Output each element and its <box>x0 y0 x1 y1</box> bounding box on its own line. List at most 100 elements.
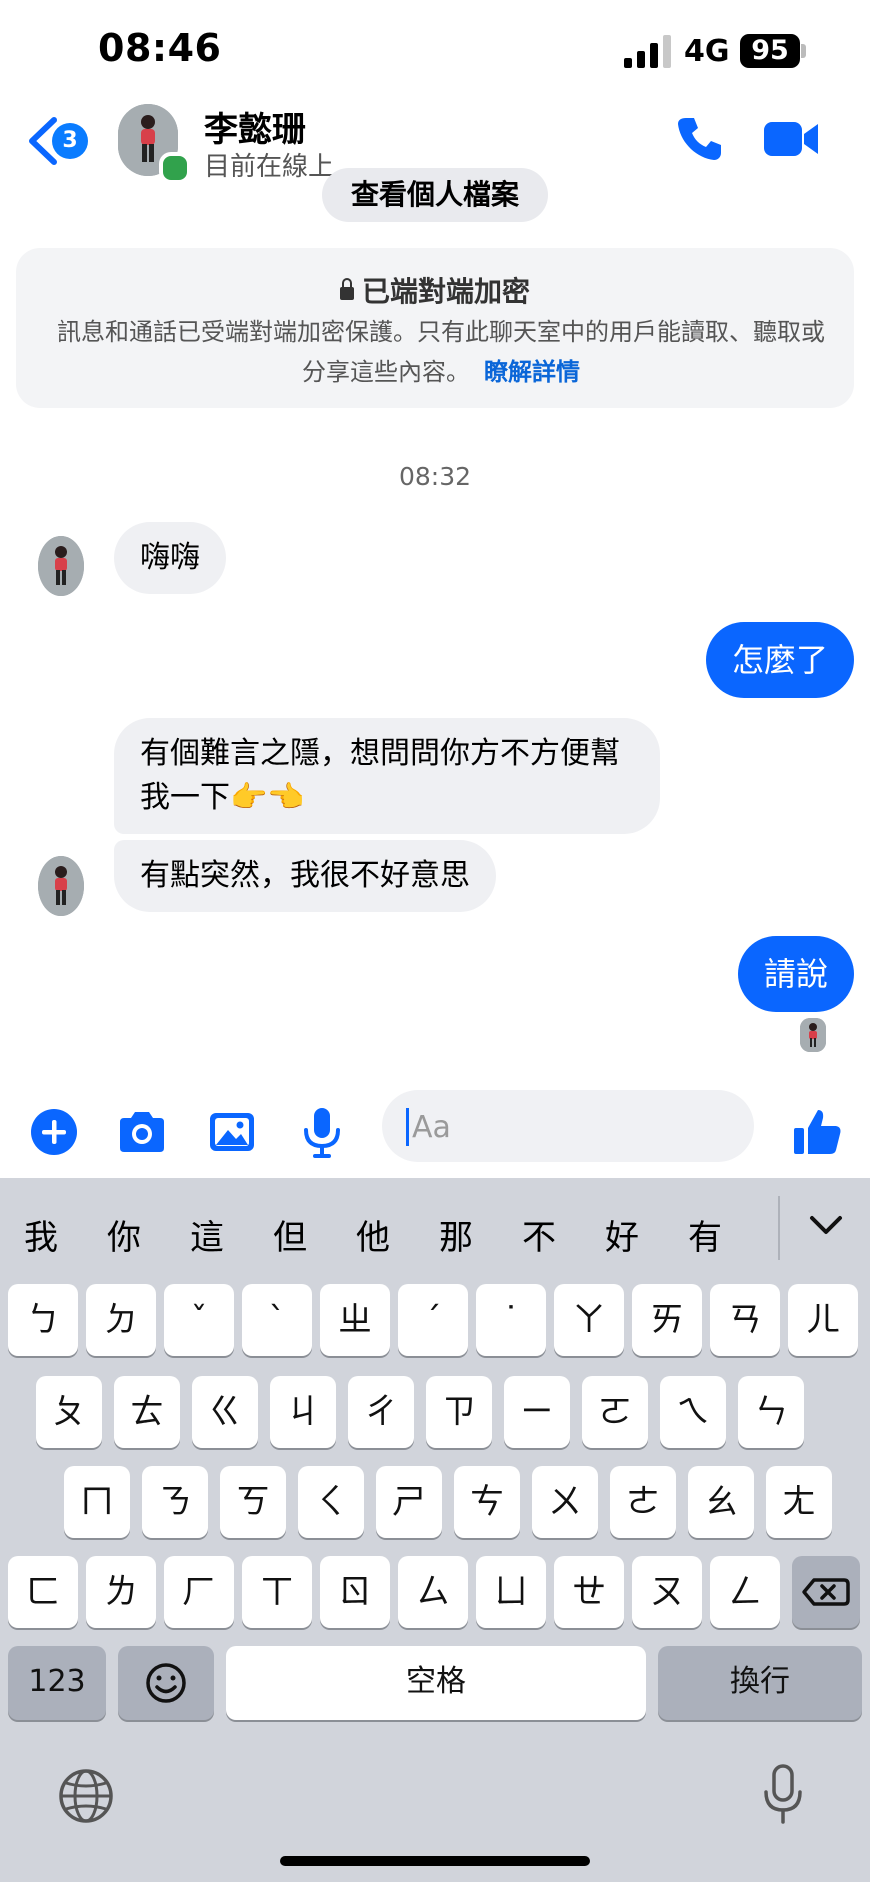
key[interactable]: ㄘ <box>454 1466 520 1538</box>
numbers-key[interactable]: 123 <box>8 1646 106 1720</box>
video-camera-icon <box>764 122 818 156</box>
key[interactable]: ˋ <box>242 1284 312 1356</box>
candidate-word[interactable]: 他 <box>343 1210 403 1259</box>
video-call-button[interactable] <box>762 118 820 160</box>
sender-avatar[interactable] <box>38 536 84 596</box>
message-bubble-incoming[interactable]: 有點突然，我很不好意思 <box>114 840 496 912</box>
encryption-title: 已端對端加密 <box>16 270 854 310</box>
candidate-word[interactable]: 你 <box>94 1210 154 1259</box>
key[interactable]: ㄡ <box>632 1556 702 1628</box>
status-time: 08:46 <box>98 26 222 70</box>
encryption-notice: 已端對端加密 訊息和通話已受端對端加密保護。只有此聊天室中的用戶能讀取、聽取或分… <box>16 248 854 408</box>
avatar-image <box>38 536 84 596</box>
key[interactable]: ㄒ <box>242 1556 312 1628</box>
emoji-icon <box>146 1663 186 1703</box>
encryption-title-text: 已端對端加密 <box>361 275 530 308</box>
key[interactable]: ㄅ <box>8 1284 78 1356</box>
chevron-down-icon <box>810 1216 842 1234</box>
key[interactable]: ㄊ <box>114 1376 180 1448</box>
microphone-icon <box>764 1764 802 1824</box>
encryption-body-text: 訊息和通話已受端對端加密保護。只有此聊天室中的用戶能讀取、聽取或分享這些內容。 <box>57 318 825 386</box>
microphone-icon[interactable] <box>294 1104 350 1160</box>
dictation-button[interactable] <box>758 1762 808 1828</box>
image-icon[interactable] <box>204 1104 260 1160</box>
signal-icon <box>624 34 674 68</box>
key[interactable]: ㄝ <box>554 1556 624 1628</box>
key[interactable]: ㄓ <box>320 1284 390 1356</box>
key[interactable]: ㄌ <box>86 1556 156 1628</box>
message-input-placeholder: Aa <box>412 1110 451 1145</box>
candidate-word[interactable]: 那 <box>426 1210 486 1259</box>
sender-avatar[interactable] <box>38 856 84 916</box>
key[interactable]: ㄉ <box>86 1284 156 1356</box>
key[interactable]: ㄧ <box>504 1376 570 1448</box>
candidate-word[interactable]: 好 <box>592 1210 652 1259</box>
key[interactable]: ㄛ <box>582 1376 648 1448</box>
learn-more-link[interactable]: 瞭解詳情 <box>484 358 580 386</box>
message-bubble-outgoing[interactable]: 怎麼了 <box>705 622 854 698</box>
key[interactable]: ㄚ <box>554 1284 624 1356</box>
key[interactable]: ㄠ <box>688 1466 754 1538</box>
plus-icon[interactable] <box>26 1104 82 1160</box>
network-type: 4G <box>684 34 730 69</box>
home-indicator[interactable] <box>280 1856 590 1866</box>
key[interactable]: ㄔ <box>348 1376 414 1448</box>
battery-tip <box>801 44 806 58</box>
online-indicator <box>159 152 191 184</box>
key[interactable]: ˊ <box>398 1284 468 1356</box>
key[interactable]: ㄐ <box>270 1376 336 1448</box>
avatar-image <box>800 1018 826 1052</box>
message-bubble-incoming[interactable]: 嗨嗨 <box>114 522 226 594</box>
key[interactable]: ㄈ <box>8 1556 78 1628</box>
key[interactable]: ㄢ <box>710 1284 780 1356</box>
globe-button[interactable] <box>56 1766 116 1826</box>
candidate-word[interactable]: 我 <box>11 1210 71 1259</box>
key[interactable]: ㄗ <box>426 1376 492 1448</box>
key[interactable]: ㄦ <box>788 1284 858 1356</box>
key[interactable]: ˙ <box>476 1284 546 1356</box>
key[interactable]: ㄖ <box>320 1556 390 1628</box>
key[interactable]: ㄨ <box>532 1466 598 1538</box>
candidate-word[interactable]: 這 <box>177 1210 237 1259</box>
key[interactable]: ㄜ <box>610 1466 676 1538</box>
backspace-icon <box>802 1578 850 1606</box>
key[interactable]: ㄍ <box>192 1376 258 1448</box>
return-key[interactable]: 換行 <box>658 1646 862 1720</box>
emoji-key[interactable] <box>118 1646 214 1720</box>
candidate-word[interactable]: 但 <box>260 1210 320 1259</box>
zhuyin-keyboard: 我 你 這 但 他 那 不 好 有 ㄅ ㄉ ˇ ˋ ㄓ ˊ ˙ ㄚ ㄞ ㄢ ㄦ … <box>0 1178 870 1882</box>
read-receipt-avatar <box>800 1018 826 1052</box>
expand-candidates-button[interactable] <box>802 1204 850 1248</box>
view-profile-button[interactable]: 查看個人檔案 <box>322 168 548 222</box>
message-bubble-incoming[interactable]: 有個難言之隱，想問問你方不方便幫我一下👉👈 <box>114 718 660 834</box>
key[interactable]: ˇ <box>164 1284 234 1356</box>
backspace-key[interactable] <box>792 1556 860 1628</box>
key[interactable]: ㄙ <box>398 1556 468 1628</box>
key[interactable]: ㄎ <box>220 1466 286 1538</box>
audio-call-button[interactable] <box>676 114 724 162</box>
key[interactable]: ㄋ <box>142 1466 208 1538</box>
unread-count-badge: 3 <box>52 123 88 159</box>
space-key[interactable]: 空格 <box>226 1646 646 1720</box>
message-bubble-outgoing[interactable]: 請說 <box>737 936 854 1012</box>
key[interactable]: ㄩ <box>476 1556 546 1628</box>
candidate-word[interactable]: 不 <box>509 1210 569 1259</box>
camera-icon[interactable] <box>114 1104 170 1160</box>
text-cursor <box>406 1108 409 1146</box>
key[interactable]: ㄆ <box>36 1376 102 1448</box>
thumbs-up-icon[interactable] <box>790 1104 846 1160</box>
key[interactable]: ㄣ <box>738 1376 804 1448</box>
key[interactable]: ㄑ <box>298 1466 364 1538</box>
view-profile-label: 查看個人檔案 <box>350 178 519 211</box>
lock-icon <box>339 277 354 300</box>
contact-name[interactable]: 李懿珊 <box>204 102 306 151</box>
key[interactable]: ㄕ <box>376 1466 442 1538</box>
candidate-word[interactable]: 有 <box>675 1210 735 1259</box>
key[interactable]: ㄏ <box>164 1556 234 1628</box>
key[interactable]: ㄟ <box>660 1376 726 1448</box>
key[interactable]: ㄥ <box>710 1556 780 1628</box>
key[interactable]: ㄞ <box>632 1284 702 1356</box>
key[interactable]: ㄤ <box>766 1466 832 1538</box>
message-timestamp: 08:32 <box>398 462 472 491</box>
key[interactable]: ㄇ <box>64 1466 130 1538</box>
